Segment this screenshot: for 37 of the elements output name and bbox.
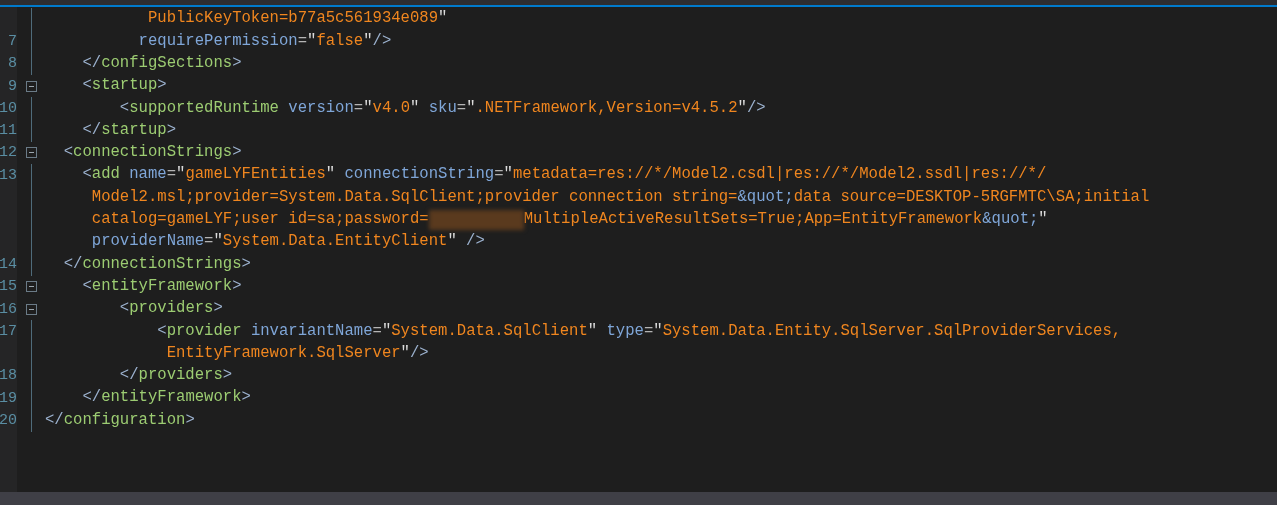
line-number: 18 [0, 368, 17, 384]
line-number: 11 [0, 123, 17, 139]
line-number: 13 [0, 167, 17, 183]
code-line: <entityFramework> [81, 278, 242, 295]
collapse-icon[interactable] [25, 147, 37, 159]
line-number: 20 [0, 413, 17, 428]
code-line: </entityFramework> [81, 390, 251, 406]
code-line: </providers> [118, 368, 233, 384]
code-line: <startup> [81, 78, 167, 94]
code-line: <provider invariantName="System.Data.SqlClient" type="System.Data.Entity.SqlServer.SqlProviderServices, [156, 323, 1122, 340]
code-line: catalog=gameLYF;user id=sa;password= MultipleActiveResultSets=True;App=EntityFramework&quot;" [90, 209, 1048, 230]
code-line: <supportedRuntime version="v4.0" sku=".NETFramework,Version=v4.5.2"/> [118, 100, 766, 117]
code-line: requirePermission="false"/> [137, 33, 392, 50]
line-number: 12 [0, 145, 17, 161]
line-number: 9 [8, 78, 17, 94]
line-number: 8 [8, 56, 17, 72]
line-number: 14 [0, 256, 17, 272]
code-line: </connectionStrings> [62, 256, 251, 273]
code-line: <add name="gameLYFEntities" connectionString="metadata=res://*/Model2.csdl|res://*/Model2.ssdl|res://*/ [81, 167, 1047, 183]
collapse-icon[interactable] [25, 80, 37, 92]
line-number: 15 [0, 279, 17, 295]
code-line: </startup> [81, 122, 177, 139]
code-line: PublicKeyToken=b77a5c561934e089" [146, 11, 448, 27]
code-line: <providers> [118, 301, 223, 317]
code-line: </configSections> [81, 55, 242, 72]
collapse-icon[interactable] [25, 281, 37, 293]
line-number: 19 [0, 390, 17, 406]
code-line: Model2.msl;provider=System.Data.SqlClient;provider connection string=&quot;data source=DESKTOP-5RGFMTC\SA;initial [90, 189, 1150, 206]
collapse-icon[interactable] [25, 303, 37, 315]
code-line: <connectionStrings> [62, 145, 242, 161]
code-line: providerName="System.Data.EntityClient" /> [90, 234, 485, 250]
line-number: 17 [0, 323, 17, 339]
line-number: 16 [0, 301, 17, 317]
code-line: </configuration> [45, 412, 195, 429]
line-number: 10 [0, 100, 17, 116]
line-number: 7 [8, 33, 17, 49]
code-line: EntityFramework.SqlServer"/> [165, 345, 429, 362]
